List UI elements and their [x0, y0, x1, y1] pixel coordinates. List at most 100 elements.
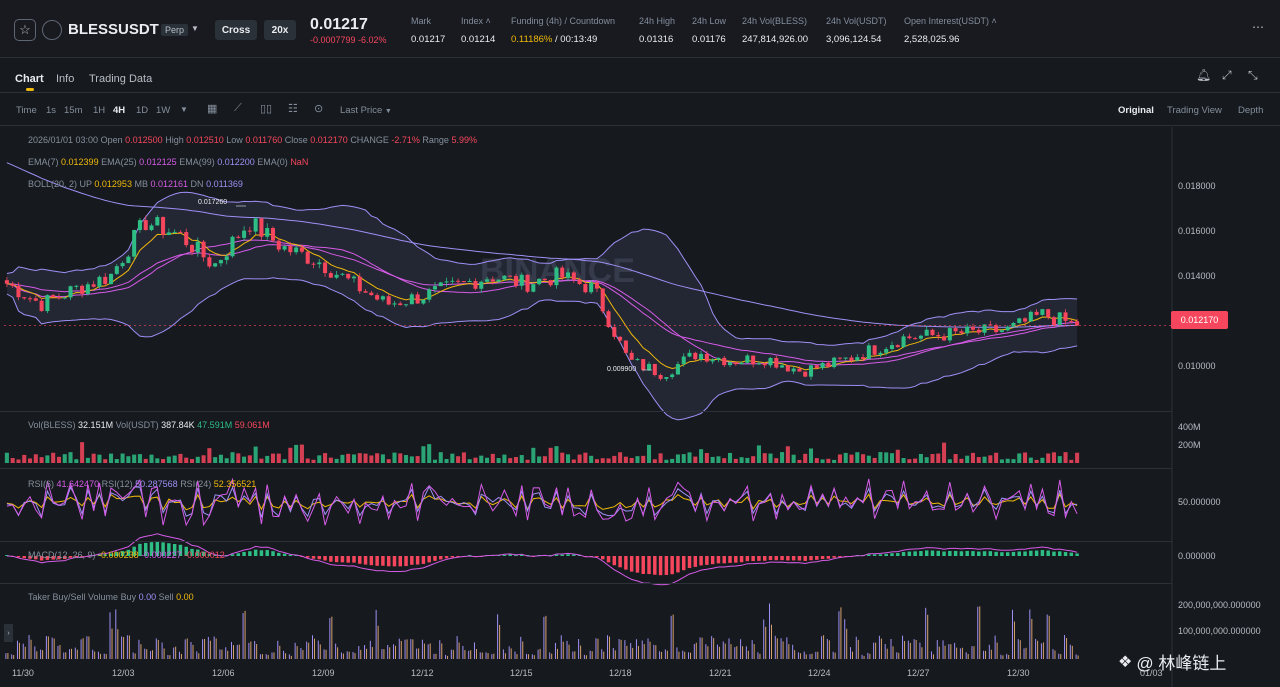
calendar-icon[interactable]: ▦ [207, 102, 217, 115]
macd-dea-value: -0.000227 [141, 550, 182, 560]
interval-15m[interactable]: 15m [64, 105, 82, 116]
candle-type-icon[interactable]: ▯▯ [260, 102, 272, 115]
settings-icon[interactable]: ⤡ [1248, 68, 1258, 83]
volume-bar [884, 452, 889, 463]
volume-bar [942, 442, 947, 463]
rsi24-value: 52.356521 [213, 479, 257, 489]
pane-divider[interactable] [0, 541, 1172, 542]
macd-bar [421, 556, 426, 564]
macd-bar [797, 556, 802, 561]
ohlc-low: 0.011760 [245, 135, 283, 145]
volume-bar [68, 452, 73, 463]
stat-open-interest[interactable]: Open Interest(USDT) ˄ 2,528,025.96 [904, 16, 997, 45]
volume-bar [519, 455, 524, 463]
candle-body [253, 218, 258, 232]
macd-bar [253, 549, 258, 556]
candle-body [785, 365, 790, 372]
interval-1d[interactable]: 1D [136, 105, 148, 116]
expand-icon[interactable]: ⤢ [1222, 68, 1232, 83]
indicator-icon[interactable]: ⟋ [234, 102, 242, 115]
pane-divider[interactable] [0, 468, 1172, 469]
stat-value: 3,096,124.54 [826, 34, 882, 45]
volume-bar [166, 456, 171, 463]
price-type-select[interactable]: Last Price ▼ [340, 105, 392, 116]
volume-bar [508, 458, 513, 463]
symbol-name[interactable]: BLESSUSDT [68, 21, 159, 38]
interval-1h[interactable]: 1H [93, 105, 105, 116]
margin-mode-button[interactable]: Cross [215, 20, 257, 40]
macd-bar [670, 556, 674, 575]
volume-bar [745, 457, 750, 463]
price-type-chevron-icon: ▼ [384, 108, 392, 115]
macd-bar [768, 556, 773, 560]
view-depth[interactable]: Depth [1238, 105, 1263, 116]
date-axis-label: 12/06 [212, 668, 235, 678]
interval-4h[interactable]: 4H [113, 105, 125, 116]
stat-value: 0.01176 [692, 34, 726, 45]
candle-body [797, 368, 802, 372]
pane-divider[interactable] [0, 583, 1172, 584]
volume-bar [207, 448, 212, 463]
volume-bar [722, 458, 727, 463]
interval-1w[interactable]: 1W [156, 105, 170, 116]
volume-bar [10, 458, 15, 463]
macd-bar [282, 553, 287, 556]
interval-1s[interactable]: 1s [46, 105, 56, 116]
interval-time[interactable]: Time [16, 105, 37, 116]
favorite-star-icon[interactable]: ☆ [14, 19, 36, 41]
volume-bar [693, 456, 698, 463]
draw-tools-icon[interactable]: ☷ [288, 102, 298, 115]
candle-body [861, 357, 866, 360]
candle-body [195, 241, 200, 253]
candle-body [479, 281, 484, 289]
screenshot-icon[interactable]: ⊙ [314, 102, 323, 115]
candle-body [953, 328, 958, 332]
volume-bar [1040, 457, 1045, 463]
tab-info[interactable]: Info [56, 73, 74, 85]
volume-bar [351, 454, 357, 463]
boll-dn-label: DN [190, 179, 204, 189]
macd-bar [1058, 551, 1062, 556]
volume-bar [1023, 452, 1028, 463]
candle-body [525, 274, 530, 292]
volume-bar [953, 454, 958, 463]
view-original[interactable]: Original [1118, 105, 1154, 116]
interval-dropdown-icon[interactable]: ▼ [180, 105, 188, 114]
macd-bar [323, 556, 327, 561]
candle-body [22, 297, 27, 299]
macd-bar [948, 550, 952, 556]
volume-bar [837, 454, 842, 463]
tab-trading-data[interactable]: Trading Data [89, 73, 152, 85]
candle-body [363, 291, 368, 293]
more-options-icon[interactable]: ⋯ [1252, 20, 1264, 34]
chart-area[interactable]: BINANCE 2026/01/01 03:00 Open 0.012500 H… [0, 127, 1280, 687]
macd-bar [641, 556, 645, 574]
volume-bar [369, 455, 374, 463]
alert-bell-icon[interactable]: 🔔︎ [1196, 68, 1211, 82]
volume-bar [236, 453, 241, 463]
volume-bar [346, 453, 351, 463]
candle-body [114, 266, 119, 274]
leverage-button[interactable]: 20x [264, 20, 296, 40]
candle-body [646, 363, 652, 370]
candle-body [189, 245, 195, 253]
macd-bar [439, 556, 443, 560]
candle-body [62, 297, 67, 299]
volume-bar [791, 454, 796, 463]
tab-chart[interactable]: Chart [15, 73, 44, 85]
macd-bar [774, 556, 779, 561]
view-trading-view[interactable]: Trading View [1167, 105, 1222, 116]
ema99-value: 0.012200 [217, 157, 255, 167]
stat-value: 2,528,025.96 [904, 34, 960, 45]
volume-bar [91, 453, 96, 463]
volume-bar [201, 455, 206, 463]
stat-index[interactable]: Index ˄ 0.01214 [461, 16, 495, 45]
expand-panel-chevron-icon[interactable]: › [4, 624, 13, 642]
symbol-dropdown-chevron-icon[interactable]: ▼ [191, 24, 199, 33]
chart-canvas[interactable]: BINANCE [0, 127, 1280, 687]
volume-bar [259, 458, 264, 463]
pane-divider[interactable] [0, 411, 1172, 412]
candle-body [756, 363, 761, 365]
volume-bar [1034, 459, 1039, 463]
candle-body [236, 236, 241, 238]
